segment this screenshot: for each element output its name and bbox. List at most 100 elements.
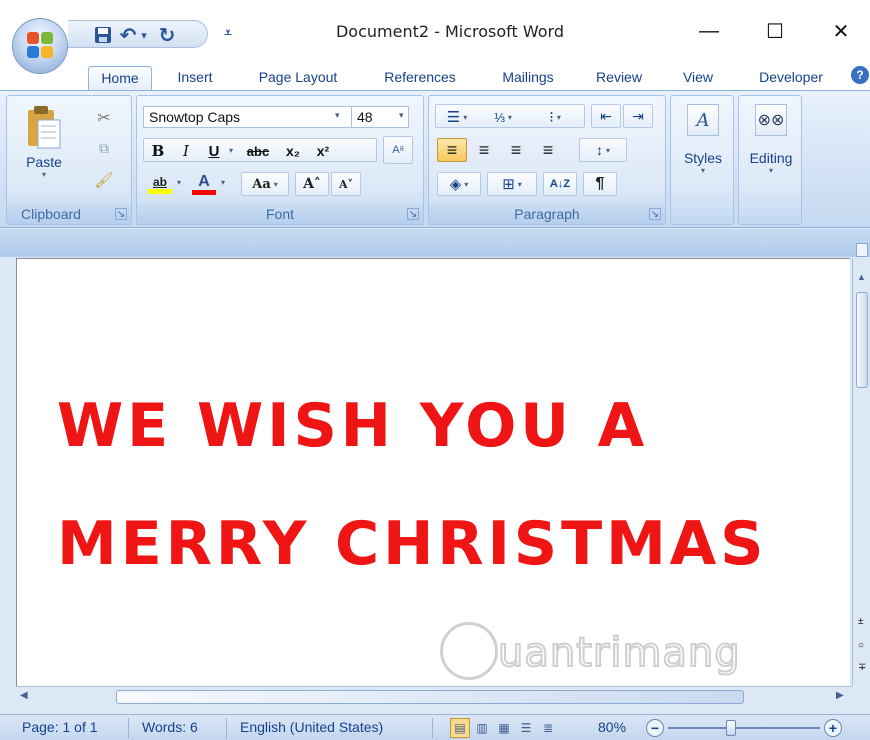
- shrink-font-button[interactable]: A˅: [331, 172, 361, 196]
- undo-icon[interactable]: ↶: [118, 24, 138, 47]
- copy-icon[interactable]: ⧉: [91, 136, 117, 160]
- close-button[interactable]: ✕: [818, 14, 864, 48]
- scroll-left-icon[interactable]: ◀: [20, 690, 28, 701]
- zoom-level[interactable]: 80%: [598, 719, 626, 735]
- font-color-dropdown-icon[interactable]: ▾: [221, 178, 225, 187]
- italic-button[interactable]: I: [173, 139, 199, 163]
- format-painter-icon[interactable]: 🖌: [91, 168, 117, 192]
- clipboard-label: Clipboard: [21, 206, 81, 222]
- ribbon-tabs: Home Insert Page Layout References Maili…: [0, 62, 870, 90]
- print-layout-view-icon[interactable]: ▤: [450, 718, 470, 738]
- tab-references[interactable]: References: [370, 66, 470, 90]
- styles-icon: A: [687, 104, 719, 136]
- vertical-scrollbar[interactable]: ▲ ± ○ ∓: [852, 258, 870, 686]
- tab-review[interactable]: Review: [586, 66, 652, 90]
- web-layout-view-icon[interactable]: ▦: [494, 718, 514, 738]
- line-2-text: MERRY CHRISTMAS: [57, 509, 768, 579]
- zoom-slider-thumb[interactable]: [726, 720, 736, 736]
- font-name-dropdown-icon[interactable]: ▾: [335, 110, 340, 121]
- underline-button[interactable]: U: [201, 139, 227, 163]
- show-marks-button[interactable]: ¶: [583, 172, 617, 196]
- line-spacing-button[interactable]: ↕ ▾: [579, 138, 627, 162]
- help-icon[interactable]: ?: [851, 66, 869, 84]
- bold-button[interactable]: B: [145, 139, 171, 163]
- binoculars-icon: ⊗⊗: [755, 104, 787, 136]
- page-count[interactable]: Page: 1 of 1: [22, 719, 98, 735]
- word-count[interactable]: Words: 6: [142, 719, 198, 735]
- font-color-button[interactable]: A: [189, 172, 219, 196]
- paragraph-launcher-icon[interactable]: ↘: [649, 208, 661, 220]
- increase-indent-button[interactable]: ⇥: [623, 104, 653, 128]
- borders-button[interactable]: ⊞ ▾: [487, 172, 537, 196]
- zoom-out-button[interactable]: −: [646, 719, 664, 737]
- clipboard-launcher-icon[interactable]: ↘: [115, 208, 127, 220]
- document-line-1: WE WISH YOU A: [57, 391, 648, 461]
- watermark: uantrimang: [440, 618, 780, 688]
- font-name-field[interactable]: Snowtop Caps: [143, 106, 353, 128]
- minimize-button[interactable]: —: [686, 14, 732, 48]
- styles-group: A Styles ▾: [670, 95, 734, 225]
- tab-home[interactable]: Home: [88, 66, 152, 90]
- save-icon[interactable]: [92, 24, 114, 46]
- center-button[interactable]: ≡: [469, 138, 499, 162]
- font-launcher-icon[interactable]: ↘: [407, 208, 419, 220]
- shading-button[interactable]: ◈ ▾: [437, 172, 481, 196]
- highlight-dropdown-icon[interactable]: ▾: [177, 178, 181, 187]
- sort-button[interactable]: A↓Z: [543, 172, 577, 196]
- scroll-right-icon[interactable]: ▶: [836, 690, 844, 701]
- maximize-button[interactable]: ☐: [752, 14, 798, 48]
- justify-button[interactable]: ≡: [533, 138, 563, 162]
- zoom-in-button[interactable]: +: [824, 719, 842, 737]
- cut-icon[interactable]: ✂: [91, 106, 117, 130]
- paste-button[interactable]: Paste ▾: [21, 104, 67, 179]
- change-case-button[interactable]: Aa ▾: [241, 172, 289, 196]
- highlight-button[interactable]: ab: [145, 172, 175, 196]
- clipboard-group-label: Clipboard: [7, 204, 131, 224]
- select-browse-object-icon[interactable]: ○: [858, 640, 864, 651]
- redo-icon[interactable]: ↻: [156, 24, 178, 47]
- align-left-button[interactable]: ≡: [437, 138, 467, 162]
- font-size-dropdown-icon[interactable]: ▾: [399, 110, 404, 121]
- ruler-toggle-icon[interactable]: [856, 243, 868, 257]
- status-divider: [128, 718, 129, 738]
- draft-view-icon[interactable]: ≣: [538, 718, 558, 738]
- customize-qat-icon[interactable]: ⩡: [220, 22, 236, 44]
- previous-page-icon[interactable]: ±: [858, 616, 864, 627]
- tab-insert[interactable]: Insert: [164, 66, 226, 90]
- zoom-slider-track[interactable]: [668, 727, 820, 729]
- align-right-button[interactable]: ≡: [501, 138, 531, 162]
- vertical-scroll-thumb[interactable]: [856, 292, 868, 388]
- undo-dropdown-icon[interactable]: ▾: [138, 24, 150, 46]
- grow-font-button[interactable]: A˄: [295, 172, 329, 196]
- change-case-label: Aa: [252, 176, 271, 192]
- paragraph-group: ☰ ▾ ⅓ ▾ ⁝ ▾ ⇤ ⇥ ≡ ≡ ≡ ≡ ↕ ▾ ◈ ▾ ⊞ ▾ A↓Z ¶ Para…: [428, 95, 666, 225]
- multilevel-list-button[interactable]: ⁝ ▾: [529, 105, 581, 129]
- tab-mailings[interactable]: Mailings: [488, 66, 568, 90]
- tab-view[interactable]: View: [670, 66, 726, 90]
- office-button[interactable]: [12, 18, 68, 74]
- strikethrough-button[interactable]: abc: [241, 139, 275, 163]
- next-page-icon[interactable]: ∓: [858, 662, 866, 673]
- bullets-button[interactable]: ☰ ▾: [437, 105, 477, 129]
- highlight-color-swatch: [148, 188, 172, 194]
- editing-button[interactable]: ⊗⊗ Editing ▾: [745, 104, 797, 175]
- multilevel-list-icon: ⁝: [549, 109, 554, 126]
- numbering-button[interactable]: ⅓ ▾: [483, 105, 523, 129]
- underline-dropdown-icon[interactable]: ▾: [229, 146, 233, 155]
- full-screen-reading-view-icon[interactable]: ▥: [472, 718, 492, 738]
- scroll-up-icon[interactable]: ▲: [857, 272, 866, 282]
- subscript-button[interactable]: x₂: [279, 139, 307, 163]
- language-indicator[interactable]: English (United States): [240, 719, 383, 735]
- horizontal-scroll-thumb[interactable]: [116, 690, 744, 704]
- line-1-text: WE WISH YOU A: [57, 391, 649, 461]
- tab-page-layout[interactable]: Page Layout: [244, 66, 352, 90]
- ruler-area: [0, 229, 870, 257]
- decrease-indent-button[interactable]: ⇤: [591, 104, 621, 128]
- horizontal-scrollbar[interactable]: ◀ ▶: [16, 686, 852, 706]
- superscript-button[interactable]: x²: [309, 139, 337, 163]
- tab-developer[interactable]: Developer: [744, 66, 838, 90]
- outline-view-icon[interactable]: ☰: [516, 718, 536, 738]
- clear-formatting-button[interactable]: Aᵃ: [383, 136, 413, 164]
- font-group: Snowtop Caps ▾ 48 ▾ B I U ▾ abc x₂ x² Aᵃ…: [136, 95, 424, 225]
- styles-button[interactable]: A Styles ▾: [677, 104, 729, 175]
